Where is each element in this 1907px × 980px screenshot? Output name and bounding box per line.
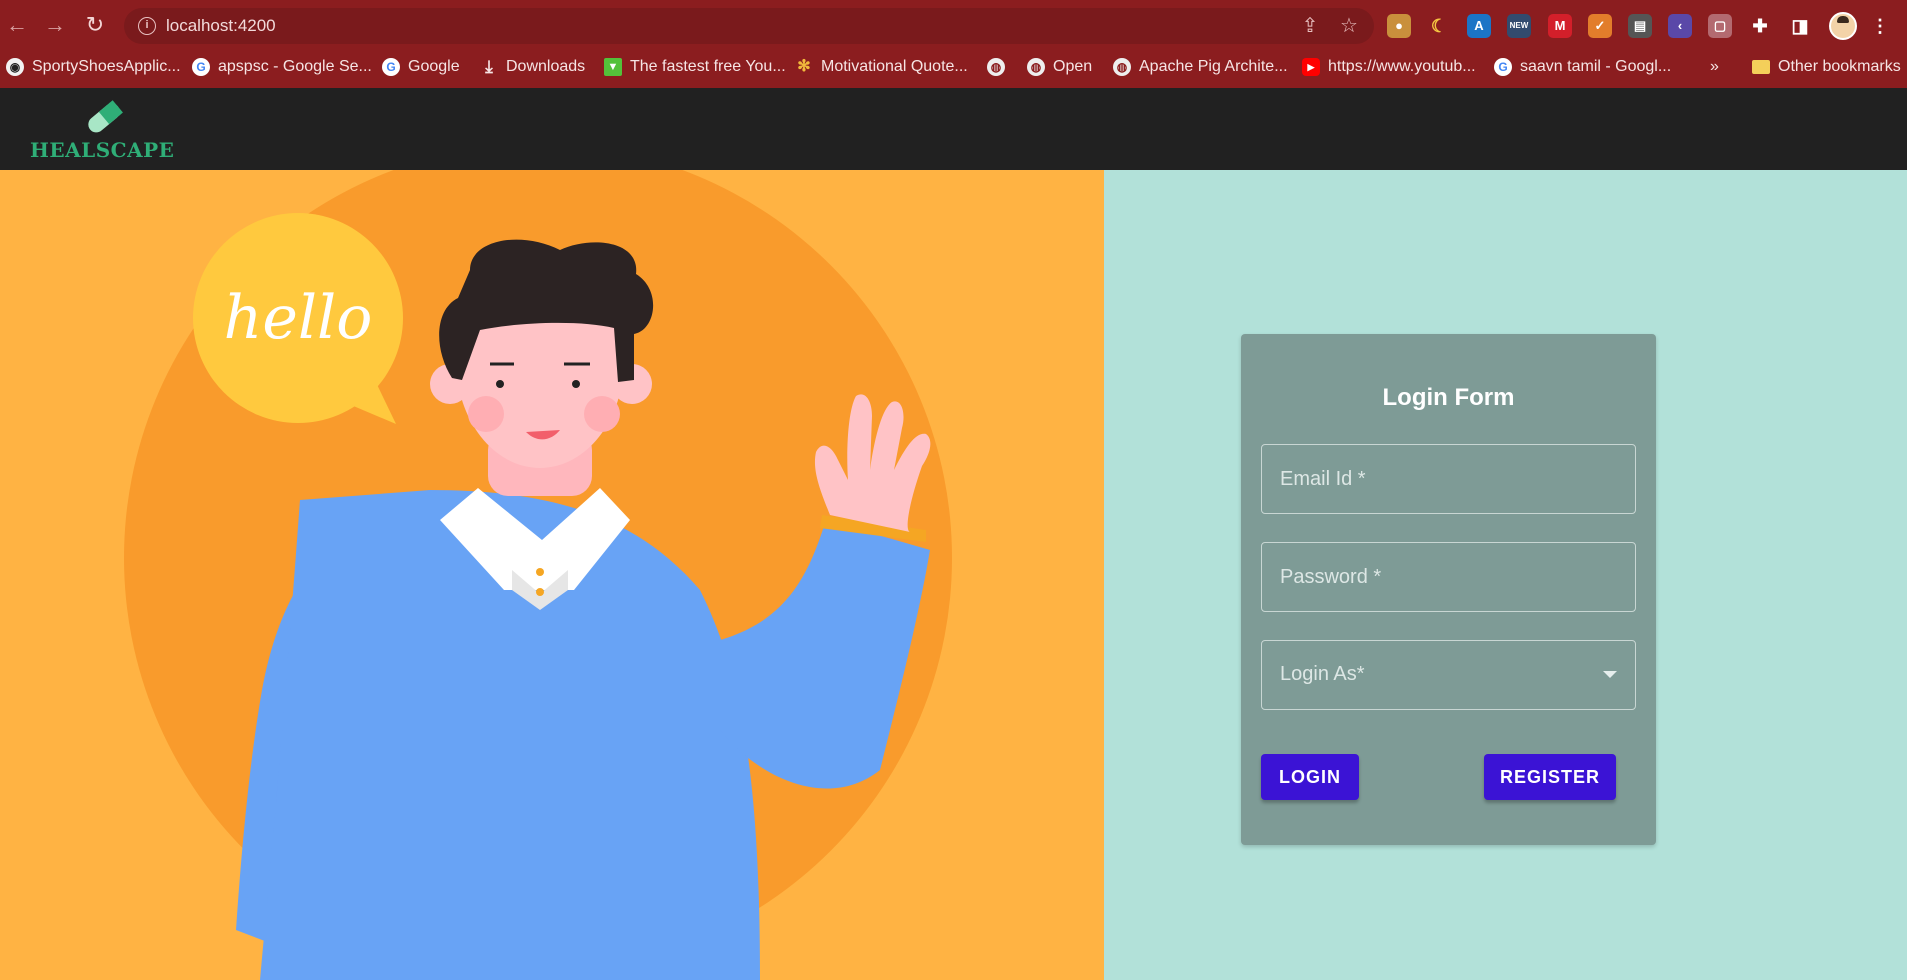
browser-chrome: ← → ↻ i localhost:4200 ⇪ ☆ ● ☾ A NEW M ✓… [0,0,1907,88]
caret-down-icon [1603,671,1617,678]
cookie-extension-icon[interactable]: ● [1387,14,1411,38]
pill-icon [88,100,123,133]
bookmark-label: Motivational Quote... [821,58,968,75]
green-arrow-icon: ▼ [604,58,622,76]
bookmark-item[interactable]: G saavn tamil - Googl... [1494,50,1671,84]
other-bookmarks-folder[interactable]: Other bookmarks [1752,50,1901,84]
bookmark-label: saavn tamil - Googl... [1520,58,1672,75]
bookmark-label: https://www.youtub... [1328,58,1476,75]
share-icon[interactable]: ⇪ [1299,15,1321,37]
youtube-icon: ▶ [1302,58,1320,76]
mail-extension-icon[interactable]: M [1548,14,1572,38]
globe-icon: ◍ [1027,58,1045,76]
bookmark-item[interactable]: G apspsc - Google Se... [192,50,372,84]
bookmark-label: Downloads [506,58,586,75]
code-extension-icon[interactable]: ‹ [1668,14,1692,38]
reload-icon[interactable]: ↻ [82,12,108,38]
bookmark-item[interactable]: ✻ Motivational Quote... [795,50,968,84]
translate-extension-icon[interactable]: A [1467,14,1491,38]
brand-name: HEALSCAPE [30,138,175,162]
address-url[interactable]: localhost:4200 [166,16,276,36]
bookmark-item[interactable]: ▶ https://www.youtub... [1302,50,1476,84]
login-form-title: Login Form [1382,384,1515,411]
bookmark-item[interactable]: G Google [382,50,460,84]
google-icon: G [1494,58,1512,76]
bookmark-item[interactable]: ▼ The fastest free You... [604,50,786,84]
back-arrow-icon[interactable]: ← [4,12,30,38]
browser-toolbar: ← → ↻ i localhost:4200 ⇪ ☆ ● ☾ A NEW M ✓… [0,0,1907,52]
grey-extension-icon[interactable]: ▢ [1708,14,1732,38]
globe-icon: ◍ [1113,58,1131,76]
login-card: Login Form Login As* LOGIN REGISTER [1241,334,1656,845]
menu-kebab-icon[interactable]: ⋮ [1868,14,1892,38]
globe-icon: ◍ [987,58,1005,76]
bookmarks-bar: ◉ SportyShoesApplic... G apspsc - Google… [0,50,1907,84]
bookmark-label: The fastest free You... [630,58,786,75]
bookmark-label: SportyShoesApplic... [32,58,181,75]
bookmark-item[interactable]: ◍ Apache Pig Archite... [1113,50,1288,84]
pinwheel-icon: ✻ [797,58,811,75]
site-info-icon[interactable]: i [138,17,156,35]
hello-text: hello [224,283,373,353]
extensions-puzzle-icon[interactable]: ✚ [1748,14,1772,38]
bookmark-label: Google [408,58,460,75]
bookmark-label: Apache Pig Archite... [1139,58,1288,75]
bookmark-label: apspsc - Google Se... [218,58,372,75]
more-bookmarks-button[interactable]: » [1710,50,1719,84]
google-icon: G [382,58,400,76]
email-input[interactable] [1262,445,1635,513]
address-bar[interactable]: i localhost:4200 ⇪ ☆ [124,8,1374,44]
github-icon: ◉ [6,58,24,76]
folder-icon [1752,60,1770,74]
password-field[interactable] [1261,542,1636,612]
waving-man-illustration: hello [124,170,952,980]
forward-arrow-icon[interactable]: → [42,12,68,38]
chevron-double-right-icon: » [1710,58,1719,75]
bookmark-item[interactable]: ◍ [987,50,1005,84]
tool-extension-icon[interactable]: ▤ [1628,14,1652,38]
brand-logo[interactable]: HEALSCAPE [30,100,174,164]
login-as-select[interactable]: Login As* [1261,640,1636,710]
new-extension-icon[interactable]: NEW [1507,14,1531,38]
bookmark-item[interactable]: ⤓ Downloads [480,50,585,84]
bookmark-label: Open [1053,58,1093,75]
login-panel: Login Form Login As* LOGIN REGISTER [1104,170,1907,980]
email-field[interactable] [1261,444,1636,514]
bookmark-label: Other bookmarks [1778,58,1901,75]
speech-bubble: hello [193,213,403,424]
login-button[interactable]: LOGIN [1261,754,1359,800]
download-icon: ⤓ [485,57,493,76]
bookmark-item[interactable]: ◉ SportyShoesApplic... [6,50,181,84]
google-icon: G [192,58,210,76]
bookmark-item[interactable]: ◍ Open [1027,50,1092,84]
side-panel-icon[interactable]: ◨ [1788,14,1812,38]
bookmark-star-icon[interactable]: ☆ [1338,15,1360,37]
app-navbar: HEALSCAPE [0,88,1907,170]
password-input[interactable] [1262,543,1635,611]
hero-illustration: hello [0,170,1104,980]
dark-mode-extension-icon[interactable]: ☾ [1427,14,1451,38]
register-button[interactable]: REGISTER [1484,754,1616,800]
profile-avatar[interactable] [1829,12,1857,40]
login-as-placeholder: Login As* [1280,663,1365,685]
user-extension-icon[interactable]: ✓ [1588,14,1612,38]
